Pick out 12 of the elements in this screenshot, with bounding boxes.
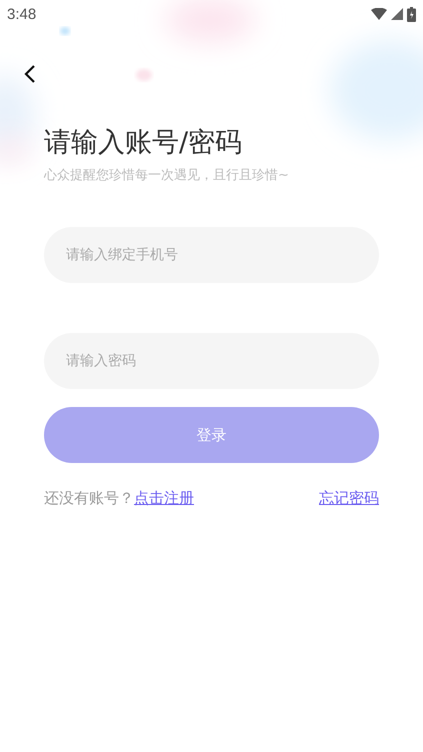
password-field[interactable]: 请输入密码 — [44, 333, 379, 389]
battery-icon — [407, 6, 416, 22]
signal-icon — [391, 8, 403, 20]
status-time: 3:48 — [7, 6, 36, 22]
wifi-icon — [371, 8, 387, 20]
back-icon[interactable] — [22, 64, 38, 84]
register-prompt: 还没有账号？ — [44, 489, 134, 508]
subtitle: 心众提醒您珍惜每一次遇见，且行且珍惜~ — [44, 167, 289, 184]
page-title: 请输入账号/密码 — [44, 126, 242, 160]
forgot-password-link[interactable]: 忘记密码 — [319, 489, 379, 508]
phone-field[interactable]: 请输入绑定手机号 — [44, 227, 379, 283]
register-link[interactable]: 点击注册 — [134, 489, 194, 508]
